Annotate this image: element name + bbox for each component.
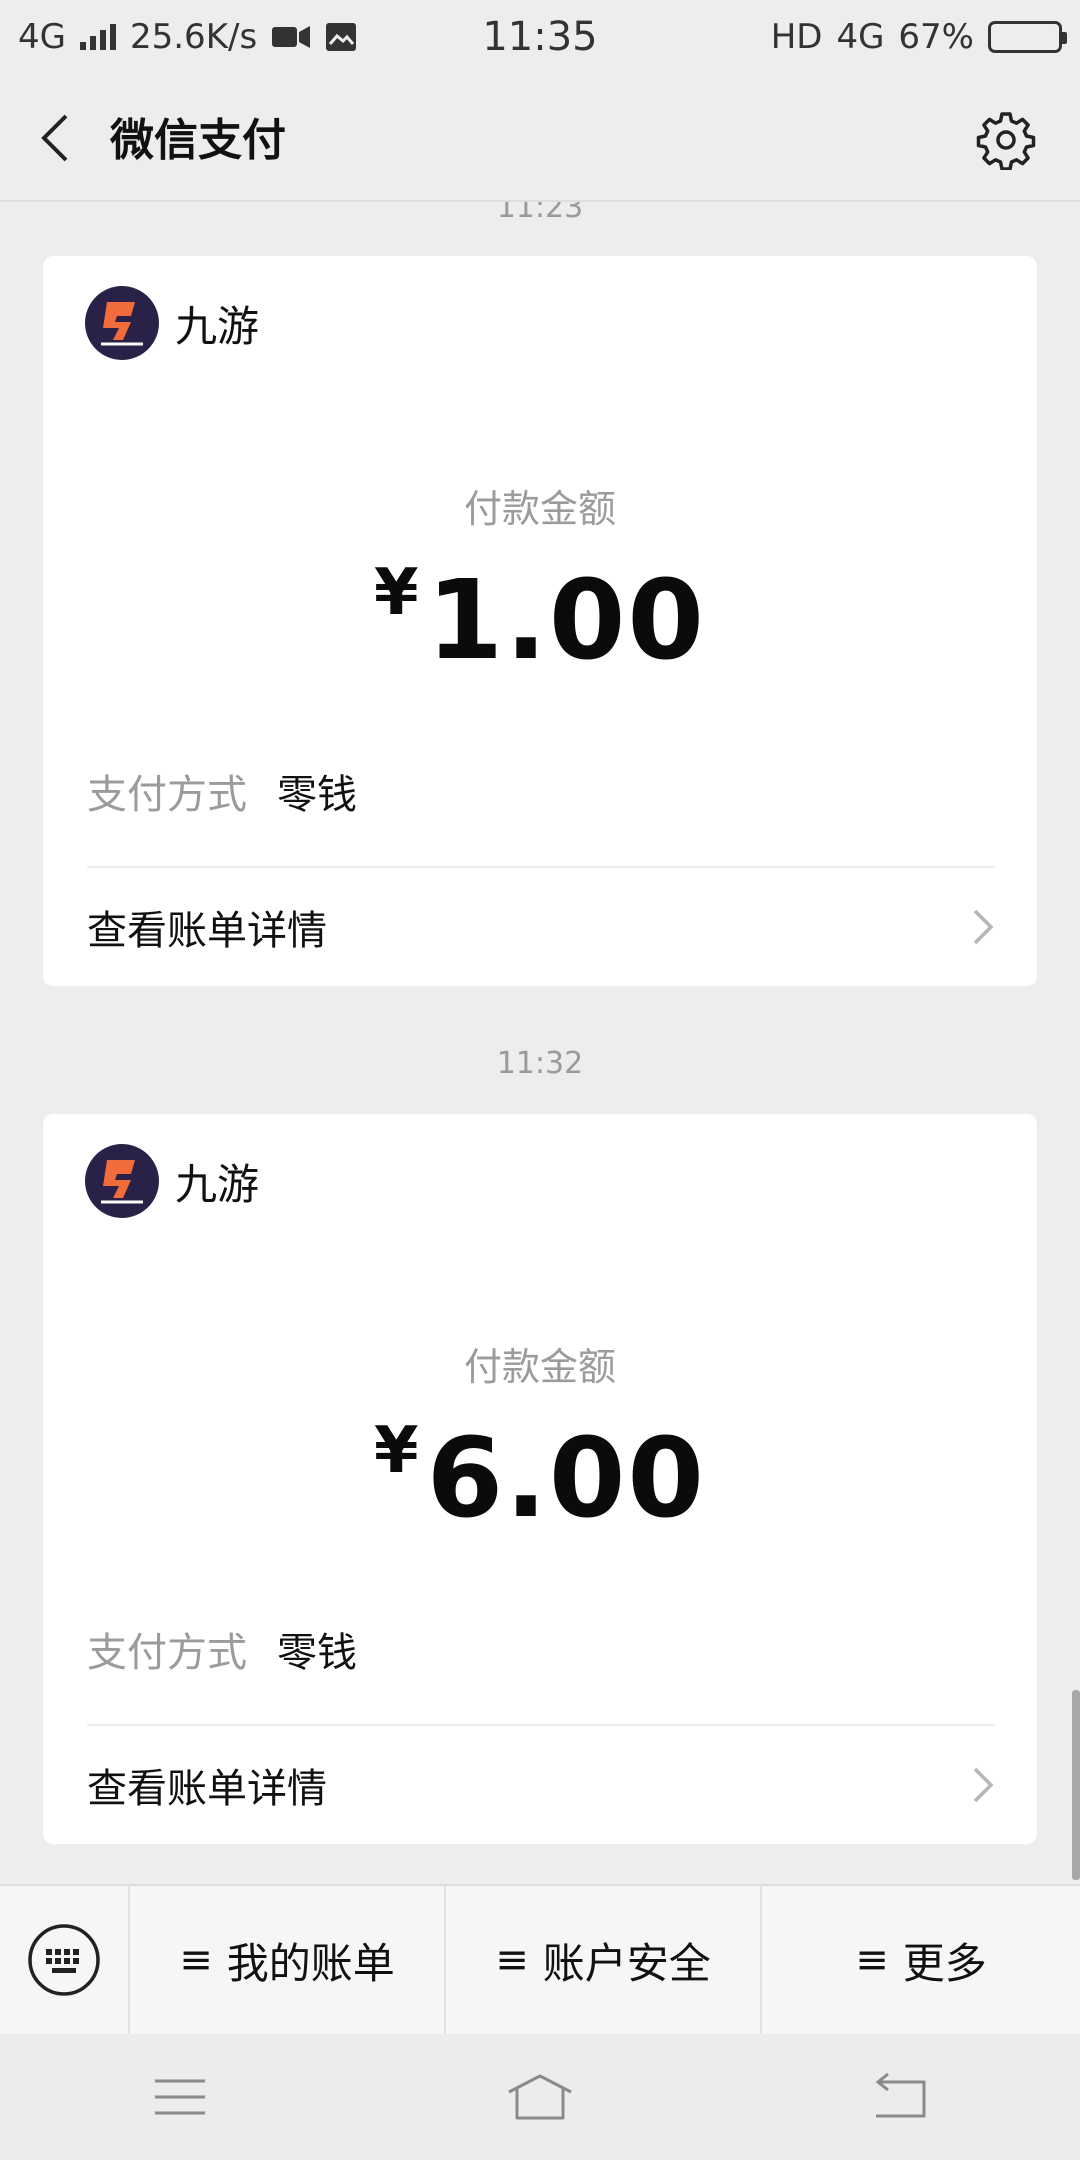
system-nav-bar <box>0 2034 1080 2160</box>
menu-list-icon: ≡ <box>855 1937 889 1983</box>
view-bill-details-link[interactable]: 查看账单详情 <box>87 868 997 986</box>
payment-method-value: 零钱 <box>277 772 357 818</box>
image-icon <box>326 23 357 51</box>
merchant-name: 九游 <box>175 301 260 351</box>
network-type-left: 4G <box>18 17 66 57</box>
amount-value: 6.00 <box>426 1414 706 1542</box>
view-bill-details-label: 查看账单详情 <box>87 1766 327 1812</box>
chevron-right-icon <box>973 909 994 945</box>
menu-list-icon: ≡ <box>179 1937 213 1983</box>
menu-list-icon: ≡ <box>495 1937 529 1983</box>
merchant-header[interactable]: 九游 <box>85 286 259 360</box>
system-menu-button[interactable] <box>120 2057 240 2137</box>
amount-value: 1.00 <box>426 556 706 684</box>
payment-card[interactable]: 九游 付款金额 ¥1.00 支付方式 零钱 查看账单详情 <box>43 256 1037 986</box>
nav-bar: 微信支付 <box>0 74 1080 202</box>
network-speed: 25.6K/s <box>129 17 258 57</box>
system-home-button[interactable] <box>480 2057 600 2137</box>
amount-label: 付款金额 <box>463 487 616 531</box>
chevron-right-icon <box>973 1767 994 1803</box>
menu-account-security[interactable]: ≡ 账户安全 <box>446 1885 762 2035</box>
payment-card[interactable]: 九游 付款金额 ¥6.00 支付方式 零钱 查看账单详情 <box>43 1114 1037 1844</box>
battery-icon <box>988 21 1067 53</box>
menu-more-label: 更多 <box>902 1938 987 1988</box>
view-bill-details-label: 查看账单详情 <box>87 908 327 954</box>
merchant-logo-icon <box>85 1144 159 1218</box>
return-icon <box>875 2072 926 2118</box>
menu-my-bills-label: 我的账单 <box>226 1938 395 1988</box>
payment-method-value: 零钱 <box>277 1630 357 1676</box>
payment-method-row: 支付方式 零钱 <box>87 1620 357 1678</box>
amount-label: 付款金额 <box>463 1345 616 1389</box>
payment-amount: ¥1.00 <box>43 556 1037 684</box>
home-icon <box>508 2074 572 2120</box>
signal-icon <box>79 24 116 50</box>
currency-symbol: ¥ <box>374 1414 421 1488</box>
bottom-menu: ≡ 我的账单 ≡ 账户安全 ≡ 更多 <box>0 1884 1080 2035</box>
message-time: 11:23 <box>496 202 584 225</box>
menu-account-security-label: 账户安全 <box>542 1938 711 1988</box>
message-list[interactable]: 11:23 九游 付款金额 ¥1.00 支付方式 零钱 查看账单详情 11:32 <box>0 202 1080 1882</box>
hd-indicator: HD <box>770 17 823 57</box>
message-time: 11:32 <box>496 1046 584 1081</box>
menu-icon <box>155 2079 205 2115</box>
status-bar: 4G 25.6K/s 11:35 HD 4G 67% <box>0 0 1080 74</box>
merchant-header[interactable]: 九游 <box>85 1144 259 1218</box>
settings-button[interactable] <box>976 110 1036 171</box>
payment-method-label: 支付方式 <box>87 772 247 818</box>
chevron-left-icon <box>41 114 68 162</box>
back-button[interactable] <box>30 110 80 166</box>
currency-symbol: ¥ <box>374 556 421 630</box>
battery-percent: 67% <box>898 17 974 57</box>
menu-my-bills[interactable]: ≡ 我的账单 <box>130 1885 446 2035</box>
payment-method-row: 支付方式 零钱 <box>87 762 357 820</box>
menu-more[interactable]: ≡ 更多 <box>762 1885 1080 2035</box>
page-title: 微信支付 <box>110 115 286 166</box>
view-bill-details-link[interactable]: 查看账单详情 <box>87 1726 997 1844</box>
video-icon <box>272 26 311 48</box>
network-type-right: 4G <box>836 17 885 57</box>
keyboard-icon <box>28 1924 100 1996</box>
keyboard-toggle-button[interactable] <box>0 1885 130 2035</box>
system-back-button[interactable] <box>840 2057 960 2137</box>
scrollbar[interactable] <box>1072 1690 1080 1880</box>
payment-amount: ¥6.00 <box>43 1414 1037 1542</box>
payment-method-label: 支付方式 <box>87 1630 247 1676</box>
merchant-logo-icon <box>85 286 159 360</box>
merchant-name: 九游 <box>175 1159 260 1209</box>
gear-icon <box>976 112 1036 171</box>
